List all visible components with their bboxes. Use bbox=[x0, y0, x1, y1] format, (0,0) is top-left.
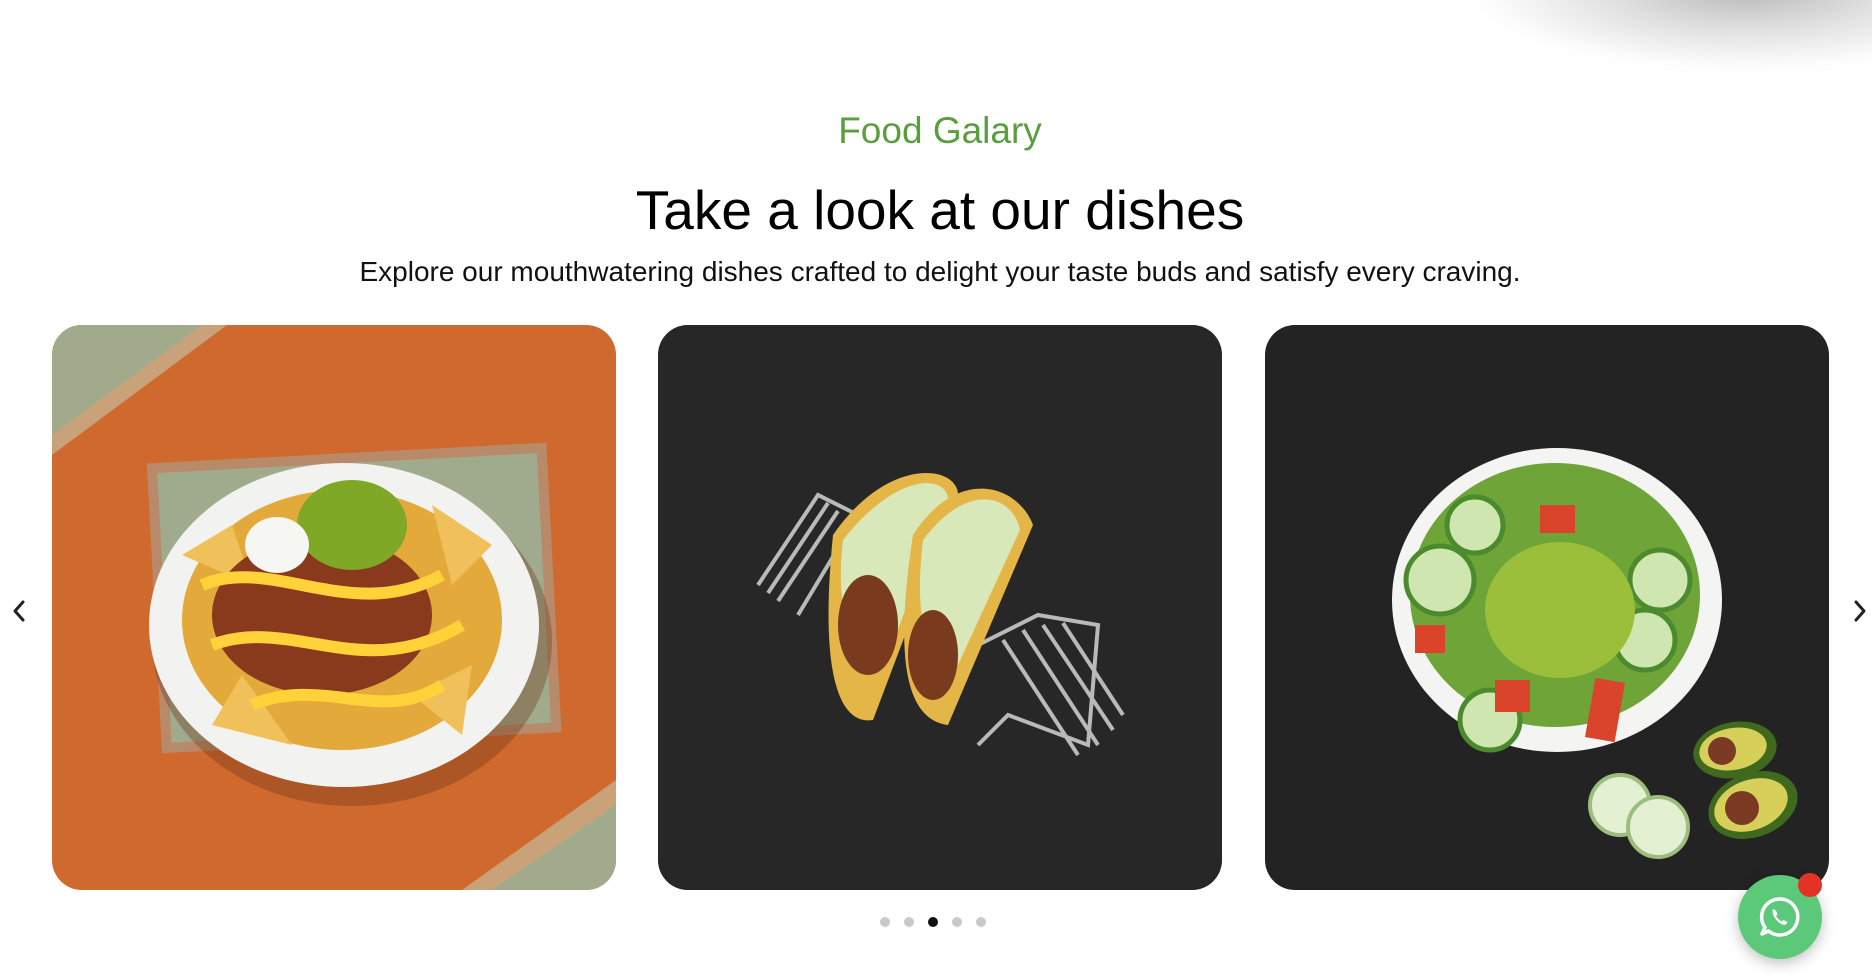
carousel-dot-3[interactable] bbox=[928, 917, 938, 927]
salad-image bbox=[1265, 325, 1829, 890]
carousel-pagination bbox=[880, 916, 986, 928]
gallery-slide-nachos[interactable] bbox=[52, 325, 616, 890]
gallery-slide-salad[interactable] bbox=[1265, 325, 1829, 890]
carousel-dot-1[interactable] bbox=[880, 917, 890, 927]
food-gallery-carousel bbox=[0, 325, 1872, 890]
gallery-slide-tacos[interactable] bbox=[658, 325, 1222, 890]
nachos-image bbox=[52, 325, 616, 890]
section-eyebrow: Food Galary bbox=[838, 110, 1042, 151]
chevron-right-icon bbox=[1854, 600, 1866, 622]
carousel-dot-2[interactable] bbox=[904, 917, 914, 927]
tacos-image bbox=[658, 325, 1222, 890]
notification-badge bbox=[1798, 873, 1822, 897]
header-shadow bbox=[1470, 0, 1872, 70]
carousel-prev-button[interactable] bbox=[4, 596, 34, 626]
page: Food Galary Take a look at our dishes Ex… bbox=[0, 0, 1872, 980]
carousel-next-button[interactable] bbox=[1845, 596, 1872, 626]
section-heading: Take a look at our dishes bbox=[635, 179, 1245, 241]
section-subheading: Explore our mouthwatering dishes crafted… bbox=[359, 256, 1521, 287]
carousel-dot-4[interactable] bbox=[952, 917, 962, 927]
carousel-dot-5[interactable] bbox=[976, 917, 986, 927]
chevron-left-icon bbox=[13, 600, 25, 622]
whatsapp-icon bbox=[1759, 897, 1800, 937]
